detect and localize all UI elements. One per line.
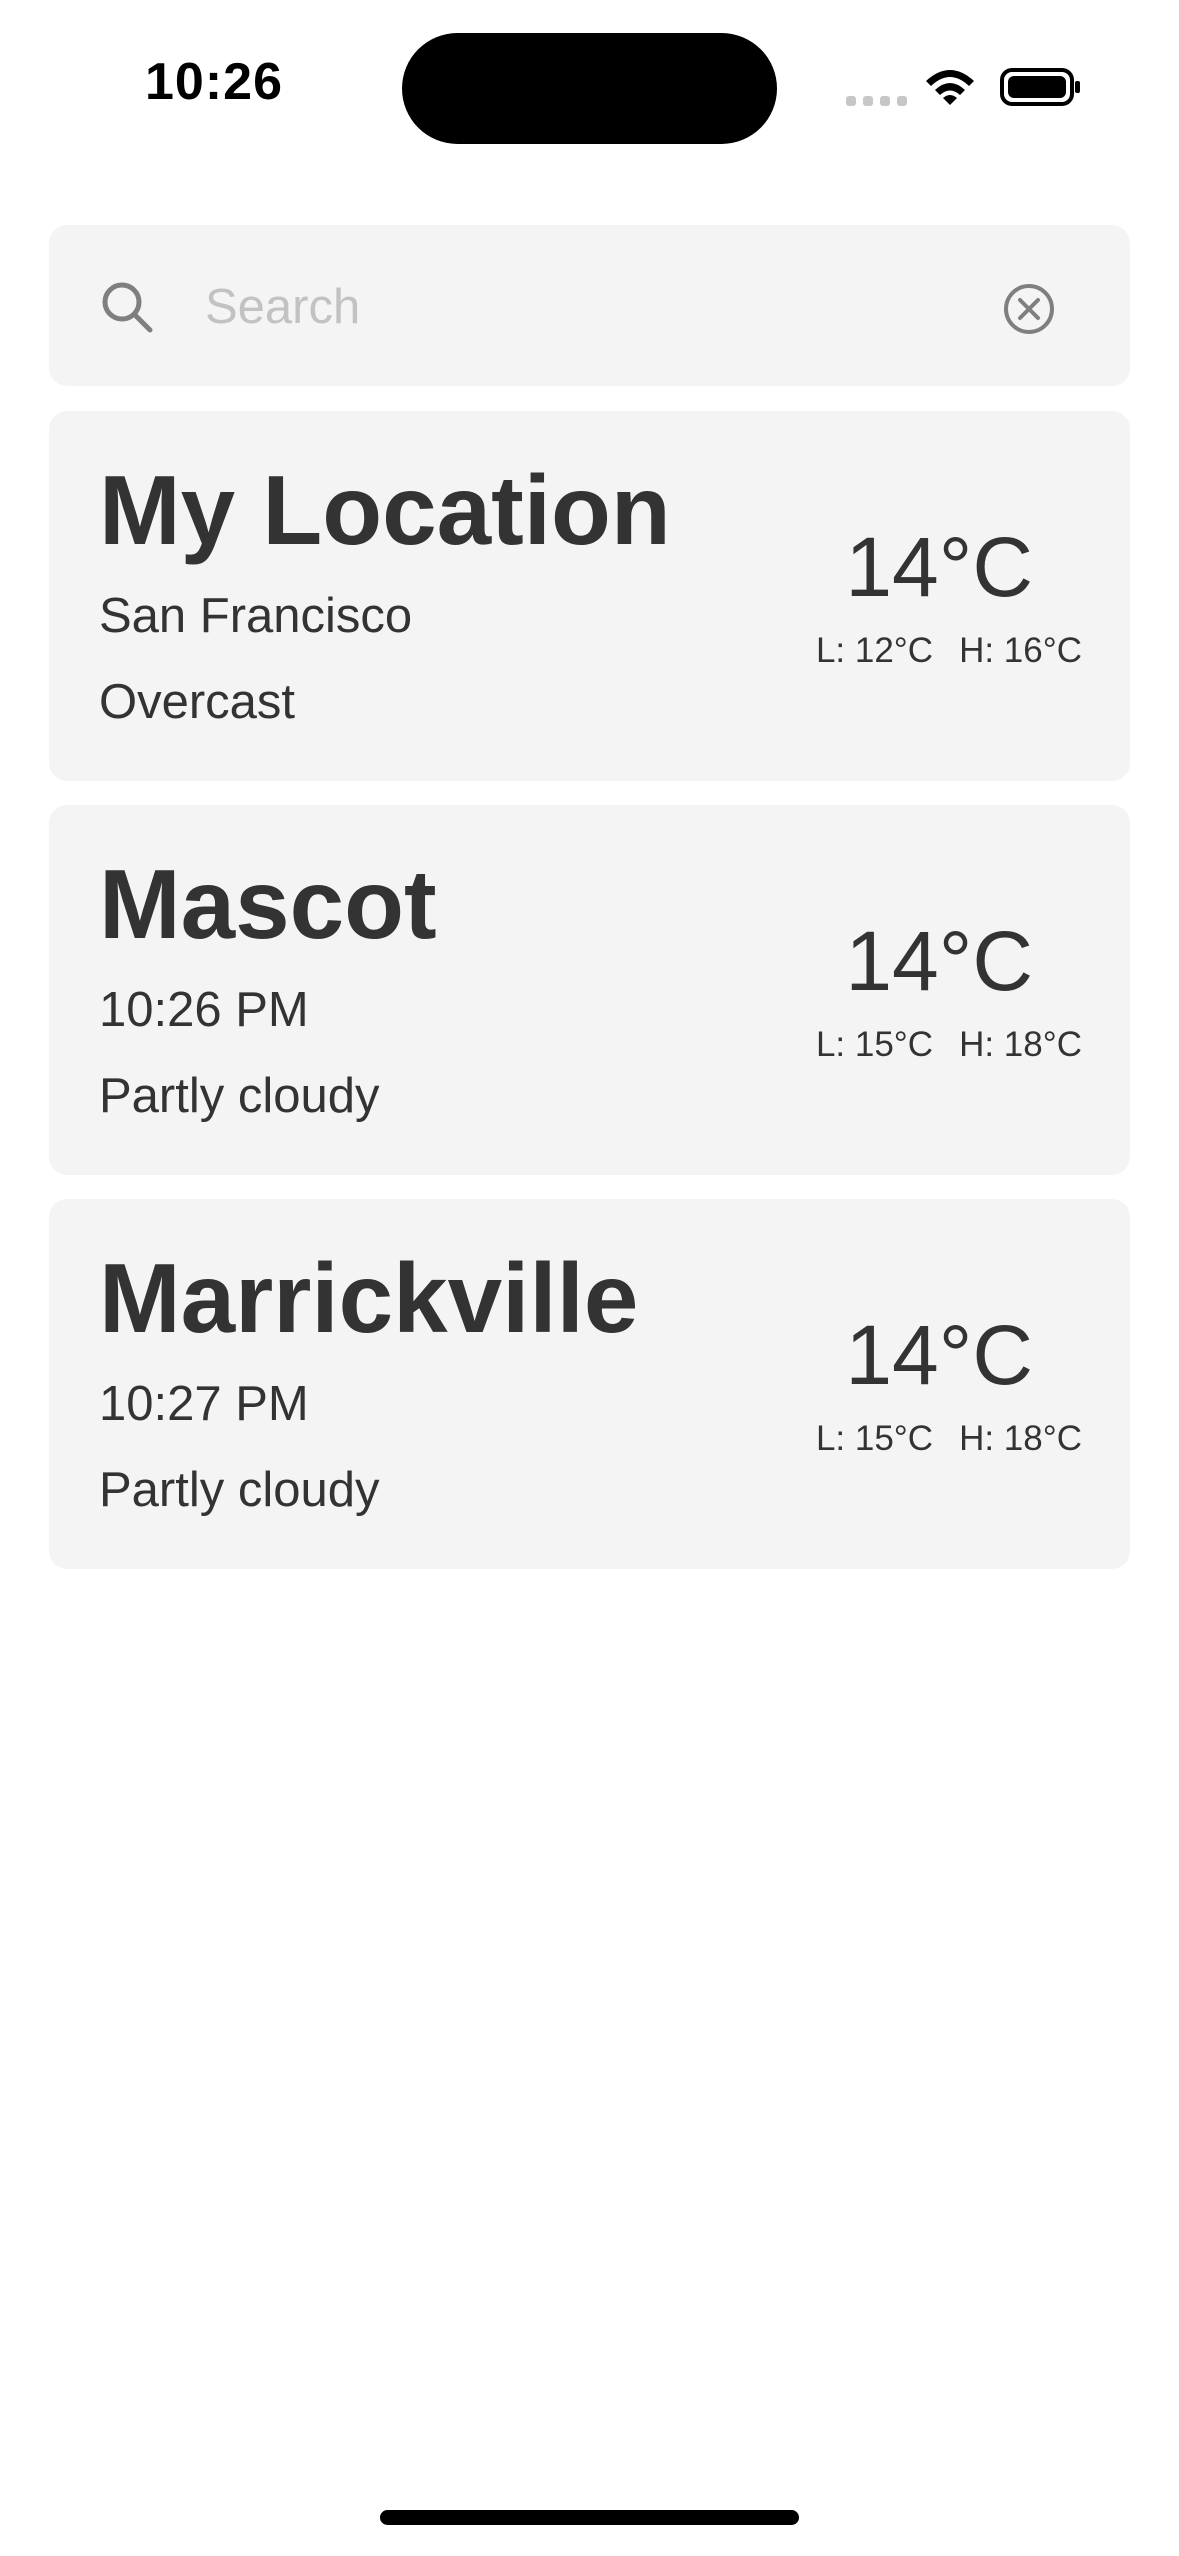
- search-icon: [102, 282, 153, 333]
- weather-condition: Partly cloudy: [99, 1069, 380, 1123]
- location-card-marrickville[interactable]: Marrickville 10:27 PM Partly cloudy 14°C…: [49, 1199, 1130, 1569]
- location-title: Mascot: [99, 849, 437, 959]
- temperature-range: L: 15°C H: 18°C: [816, 1421, 1082, 1456]
- temperature-range: L: 15°C H: 18°C: [816, 1027, 1082, 1062]
- location-title: Marrickville: [99, 1243, 639, 1353]
- location-card-my-location[interactable]: My Location San Francisco Overcast 14°C …: [49, 411, 1130, 781]
- low-temperature: L: 15°C: [815, 1419, 934, 1458]
- high-temperature: H: 18°C: [959, 1025, 1082, 1064]
- weather-condition: Overcast: [99, 675, 296, 729]
- low-temperature: L: 15°C: [815, 1025, 934, 1064]
- signal-dot: [863, 96, 873, 106]
- location-local-time: 10:27 PM: [99, 1377, 309, 1431]
- location-local-time: 10:26 PM: [99, 983, 309, 1037]
- wifi-icon: [926, 70, 974, 105]
- cellular-signal-icon: [846, 96, 907, 106]
- location-subtitle: San Francisco: [99, 589, 413, 643]
- status-bar: 10:26: [0, 0, 1179, 180]
- high-temperature: H: 18°C: [959, 1419, 1082, 1458]
- location-list: My Location San Francisco Overcast 14°C …: [49, 411, 1130, 1593]
- dynamic-island: [402, 33, 777, 144]
- search-input[interactable]: [205, 268, 965, 346]
- signal-dot: [897, 96, 907, 106]
- clear-icon[interactable]: [1002, 282, 1056, 336]
- location-title: My Location: [99, 455, 671, 565]
- current-temperature: 14°C: [845, 1308, 1033, 1402]
- location-card-mascot[interactable]: Mascot 10:26 PM Partly cloudy 14°C L: 15…: [49, 805, 1130, 1175]
- signal-dot: [846, 96, 856, 106]
- battery-icon: [1000, 68, 1080, 106]
- temperature-range: L: 12°C H: 16°C: [816, 633, 1082, 668]
- home-indicator[interactable]: [380, 2510, 799, 2525]
- current-temperature: 14°C: [845, 914, 1033, 1008]
- high-temperature: H: 16°C: [959, 631, 1082, 670]
- status-time: 10:26: [145, 53, 283, 111]
- current-temperature: 14°C: [845, 520, 1033, 614]
- weather-condition: Partly cloudy: [99, 1463, 380, 1517]
- signal-dot: [880, 96, 890, 106]
- low-temperature: L: 12°C: [815, 631, 934, 670]
